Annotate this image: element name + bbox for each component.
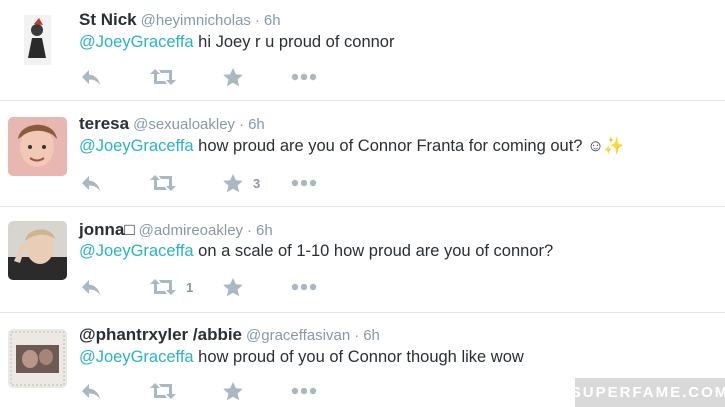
mention-link[interactable]: @JoeyGraceffa — [79, 348, 194, 366]
tweet-text: @JoeyGraceffa on a scale of 1-10 how pro… — [79, 242, 553, 261]
timestamp[interactable]: 6h — [248, 116, 265, 133]
tweet-body: on a scale of 1-10 how proud are you of … — [193, 242, 554, 260]
avatar[interactable] — [8, 329, 67, 388]
username[interactable]: @heyimnicholas — [141, 12, 251, 29]
separator: · — [254, 12, 260, 29]
tweet-body: how proud of you of Connor though like w… — [193, 348, 524, 366]
favorite-button[interactable]: 3 — [223, 172, 260, 194]
retweet-button[interactable] — [150, 172, 186, 194]
avatar[interactable] — [8, 117, 67, 176]
retweet-button[interactable]: 1 — [150, 276, 193, 298]
more-button[interactable] — [291, 276, 317, 298]
favorite-count: 3 — [253, 175, 261, 191]
favorite-button[interactable] — [223, 66, 253, 88]
tweet-actions — [80, 66, 380, 88]
tweet-actions: 1 — [80, 276, 380, 298]
tweet[interactable]: jonna□ @admireoakley · 6h @JoeyGraceffa on … — [0, 207, 725, 313]
mention-link[interactable]: @JoeyGraceffa — [79, 137, 194, 155]
tweet-header: jonna□ @admireoakley · 6h — [79, 220, 273, 240]
reply-icon — [82, 176, 100, 191]
star-icon — [223, 173, 243, 192]
avatar[interactable] — [8, 10, 67, 69]
reply-button[interactable] — [80, 380, 102, 402]
tweet-header: St Nick @heyimnicholas · 6h — [79, 10, 281, 30]
full-name[interactable]: @phantrxyler /abbie — [79, 325, 242, 344]
tweet-header: @phantrxyler /abbie @graceffasivan · 6h — [79, 325, 380, 345]
retweet-icon — [150, 175, 176, 191]
more-button[interactable] — [291, 66, 317, 88]
tweet-text: @JoeyGraceffa how proud of you of Connor… — [79, 348, 524, 367]
star-icon — [223, 381, 243, 400]
retweet-icon — [150, 279, 176, 295]
mention-link[interactable]: @JoeyGraceffa — [79, 33, 194, 51]
avatar[interactable] — [8, 221, 67, 280]
more-button[interactable] — [291, 380, 317, 402]
full-name[interactable]: jonna□ — [79, 220, 135, 239]
retweet-icon — [150, 383, 176, 399]
tweet-actions: 3 — [80, 172, 380, 194]
separator: · — [239, 116, 245, 133]
tweet-body: how proud are you of Connor Franta for c… — [193, 137, 625, 155]
star-icon — [223, 277, 243, 296]
retweet-button[interactable] — [150, 66, 186, 88]
username[interactable]: @admireoakley — [139, 222, 243, 239]
mention-link[interactable]: @JoeyGraceffa — [79, 242, 194, 260]
retweet-count: 1 — [186, 279, 194, 295]
separator: · — [247, 222, 253, 239]
tweet-body: hi Joey r u proud of connor — [193, 33, 395, 51]
reply-button[interactable] — [80, 172, 102, 194]
reply-button[interactable] — [80, 66, 102, 88]
watermark: SUPERFAME.COM — [571, 378, 725, 407]
more-button[interactable] — [291, 172, 317, 194]
more-icon — [291, 73, 317, 81]
timestamp[interactable]: 6h — [363, 327, 380, 344]
reply-icon — [82, 280, 100, 295]
full-name[interactable]: St Nick — [79, 10, 137, 29]
tweet-text: @JoeyGraceffa hi Joey r u proud of conno… — [79, 33, 394, 52]
tweet-text: @JoeyGraceffa how proud are you of Conno… — [79, 137, 624, 156]
username[interactable]: @sexualoakley — [133, 116, 235, 133]
separator: · — [354, 327, 360, 344]
reply-icon — [82, 70, 100, 85]
retweet-icon — [150, 69, 176, 85]
retweet-button[interactable] — [150, 380, 186, 402]
timestamp[interactable]: 6h — [256, 222, 273, 239]
favorite-button[interactable] — [223, 380, 253, 402]
username[interactable]: @graceffasivan — [246, 327, 350, 344]
more-icon — [291, 283, 317, 291]
favorite-button[interactable] — [223, 276, 253, 298]
tweet[interactable]: St Nick @heyimnicholas · 6h @JoeyGraceffa h… — [0, 0, 725, 101]
full-name[interactable]: teresa — [79, 114, 129, 133]
tweet[interactable]: teresa @sexualoakley · 6h @JoeyGraceffa how… — [0, 101, 725, 207]
timestamp[interactable]: 6h — [264, 12, 281, 29]
more-icon — [291, 387, 317, 395]
more-icon — [291, 179, 317, 187]
reply-icon — [82, 384, 100, 399]
reply-button[interactable] — [80, 276, 102, 298]
tweet-actions — [80, 380, 380, 402]
tweet-header: teresa @sexualoakley · 6h — [79, 114, 265, 134]
star-icon — [223, 67, 243, 86]
